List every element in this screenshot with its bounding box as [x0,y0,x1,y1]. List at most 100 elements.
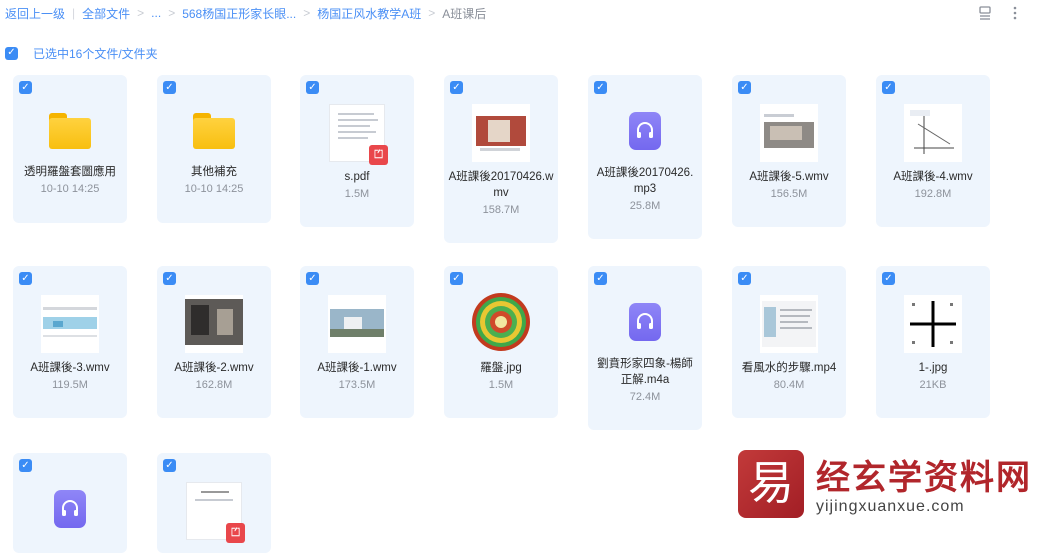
file-name: A班課後-1.wmv [317,362,397,374]
file-checkbox[interactable]: ✓ [882,272,895,285]
file-card[interactable]: ✓ A班課後-5.wmv 156.5M [732,75,846,227]
file-name: A班課後-4.wmv [893,171,973,183]
chevron-right-icon: > [428,6,436,20]
file-meta: 25.8M [629,200,661,212]
file-name: 看風水的步驟.mp4 [741,362,837,374]
image-thumbnail [471,292,531,357]
file-card[interactable]: ✓ 其他補充 10-10 14:25 [157,75,271,223]
file-card[interactable]: ✓ A班課後20170426.wmv 158.7M [444,75,558,243]
breadcrumb: 返回上一级 | 全部文件 > ... > 568杨国正形家长眼... > 杨国正… [0,0,1041,26]
file-card[interactable]: ✓ A班課後-3.wmv 119.5M [13,266,127,418]
file-name: A班課後20170426.mp3 [596,167,694,195]
file-card[interactable]: ✓ 劉賁形家四象-楊師正解.m4a 72.4M [588,266,702,430]
file-name: 透明羅盤套圖應用 [24,166,116,178]
crumb-folder-2[interactable]: 杨国正风水教学A班 [317,5,421,22]
file-checkbox[interactable]: ✓ [19,459,32,472]
file-name: 羅盤.jpg [480,362,522,374]
file-meta: 80.4M [773,379,805,391]
file-checkbox[interactable]: ✓ [882,81,895,94]
file-checkbox[interactable]: ✓ [594,81,607,94]
file-card[interactable]: ✓ 看風水的步驟.mp4 80.4M [732,266,846,418]
watermark: 易 经玄学资料网 yijingxuanxue.com [738,450,1038,522]
file-meta: 1.5M [488,379,514,391]
watermark-logo: 易 [738,450,804,518]
compass-image [472,293,530,351]
file-name: s.pdf [344,171,370,183]
file-card[interactable]: ✓ A班課後20170426.mp3 25.8M [588,75,702,239]
pdf-thumbnail: ⏍ [329,104,388,165]
watermark-site: yijingxuanxue.com [816,498,965,515]
file-meta: 119.5M [52,379,88,391]
audio-icon [629,303,661,341]
video-thumbnail [185,295,243,353]
file-meta: 156.5M [770,188,808,200]
file-card[interactable]: ✓ A班課後-1.wmv 173.5M [300,266,414,418]
chevron-right-icon: > [137,6,145,20]
file-meta: 10-10 14:25 [40,183,100,195]
file-checkbox[interactable]: ✓ [306,272,319,285]
file-meta: 173.5M [338,379,376,391]
video-thumbnail [760,104,818,162]
audio-icon [629,112,661,150]
file-checkbox[interactable]: ✓ [450,272,463,285]
chevron-right-icon: > [168,6,176,20]
video-thumbnail [472,104,530,162]
folder-icon [49,113,91,149]
back-link[interactable]: 返回上一级 [5,5,65,22]
file-card[interactable]: ✓ [13,453,127,553]
file-meta: 1.5M [344,188,370,200]
file-meta: 21KB [919,379,947,391]
video-thumbnail [760,295,818,353]
file-checkbox[interactable]: ✓ [163,272,176,285]
file-meta: 10-10 14:25 [184,183,244,195]
pdf-icon: ⏍ [226,523,245,543]
file-card[interactable]: ✓ 羅盤.jpg 1.5M [444,266,558,418]
file-card[interactable]: ✓ 透明羅盤套圖應用 10-10 14:25 [13,75,127,223]
file-checkbox[interactable]: ✓ [306,81,319,94]
video-thumbnail [904,104,962,162]
crumb-folder-1[interactable]: 568杨国正形家长眼... [182,5,296,22]
selection-count: 已选中16个文件/文件夹 [33,46,158,61]
file-checkbox[interactable]: ✓ [19,81,32,94]
file-card[interactable]: ✓ 1-.jpg 21KB [876,266,990,418]
file-name: A班課後-2.wmv [174,362,254,374]
file-name: A班課後-3.wmv [30,362,110,374]
selection-bar: ✓ 已选中16个文件/文件夹 [5,44,158,62]
chevron-right-icon: > [303,6,311,20]
file-card[interactable]: ✓ A班課後-2.wmv 162.8M [157,266,271,418]
more-icon[interactable] [1007,5,1023,21]
audio-icon [54,490,86,528]
file-checkbox[interactable]: ✓ [19,272,32,285]
file-checkbox[interactable]: ✓ [594,272,607,285]
crumb-ellipsis[interactable]: ... [151,6,161,20]
file-name: 1-.jpg [918,362,948,374]
file-card[interactable]: ✓ ⏍ [157,453,271,553]
file-meta: 158.7M [482,204,520,216]
file-card[interactable]: ✓ ⏍ s.pdf 1.5M [300,75,414,227]
file-checkbox[interactable]: ✓ [738,272,751,285]
crumb-current: A班课后 [442,6,487,21]
file-name: 其他補充 [191,166,237,178]
list-view-icon[interactable] [977,5,993,21]
pdf-thumbnail: ⏍ [186,482,245,543]
video-thumbnail [328,295,386,353]
divider: | [72,6,76,20]
crumb-all-files[interactable]: 全部文件 [82,5,130,22]
file-meta: 162.8M [195,379,233,391]
file-name: 劉賁形家四象-楊師正解.m4a [597,358,693,386]
video-thumbnail [41,295,99,353]
file-card[interactable]: ✓ A班課後-4.wmv 192.8M [876,75,990,227]
file-meta: 192.8M [914,188,952,200]
file-checkbox[interactable]: ✓ [450,81,463,94]
cross-image [904,295,962,353]
folder-icon [193,113,235,149]
file-meta: 72.4M [629,391,661,403]
file-checkbox[interactable]: ✓ [738,81,751,94]
pdf-icon: ⏍ [369,145,388,165]
image-thumbnail [904,295,962,358]
select-all-checkbox[interactable]: ✓ [5,46,18,60]
file-checkbox[interactable]: ✓ [163,459,176,472]
watermark-title: 经玄学资料网 [816,459,1032,497]
file-checkbox[interactable]: ✓ [163,81,176,94]
file-name: A班課後20170426.wmv [448,171,554,199]
